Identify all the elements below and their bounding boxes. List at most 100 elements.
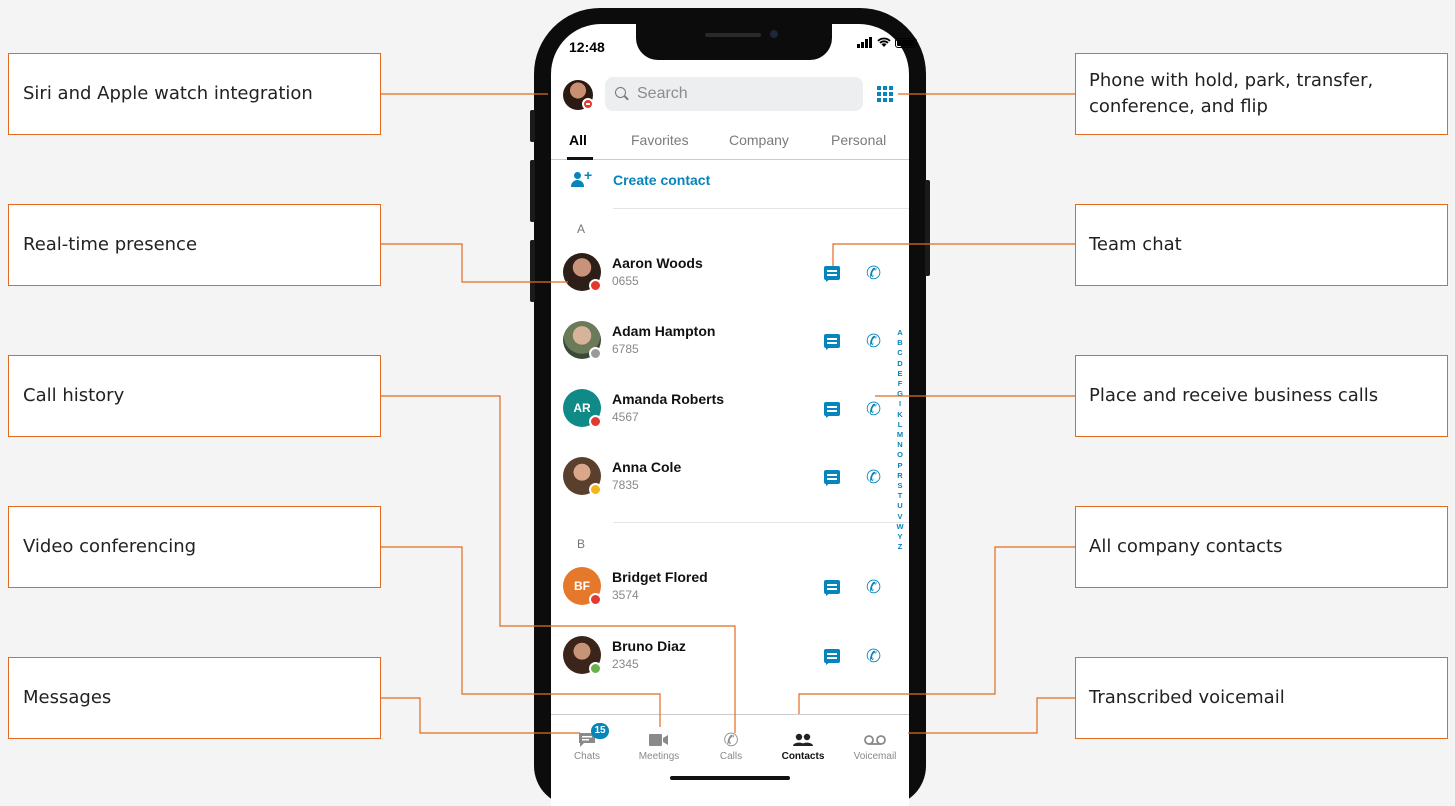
video-icon (649, 734, 668, 746)
tab-favorites[interactable]: Favorites (631, 132, 689, 148)
tab-personal[interactable]: Personal (831, 132, 886, 148)
presence-dnd-icon (589, 279, 602, 292)
presence-offline-icon (589, 347, 602, 360)
phone-icon[interactable]: ✆ (866, 577, 881, 598)
add-person-icon: + (571, 167, 593, 188)
chat-icon[interactable] (824, 266, 840, 282)
my-avatar[interactable] (563, 80, 594, 110)
alpha-letter[interactable]: U (895, 501, 905, 511)
alpha-letter[interactable]: T (895, 491, 905, 501)
phone-icon: ✆ (723, 729, 739, 750)
chat-icon[interactable] (824, 334, 840, 350)
alpha-letter[interactable]: L (895, 420, 905, 430)
contact-row[interactable]: Adam Hampton 6785 ✆ (563, 321, 893, 365)
dialpad-icon[interactable] (877, 86, 893, 102)
tab-contacts[interactable]: Contacts (773, 729, 833, 762)
tab-all[interactable]: All (569, 132, 587, 148)
tab-voicemail[interactable]: Voicemail (845, 729, 905, 762)
phone-icon[interactable]: ✆ (866, 646, 881, 667)
contact-row[interactable]: Anna Cole 7835 ✆ (563, 457, 893, 501)
contact-row[interactable]: Bruno Diaz 2345 ✆ (563, 636, 893, 680)
front-camera (770, 30, 778, 38)
status-icons (857, 37, 917, 48)
battery-icon (895, 37, 917, 48)
callout-text: Place and receive business calls (1089, 385, 1379, 406)
callout-text: Messages (23, 687, 112, 708)
tab-meetings[interactable]: Meetings (629, 729, 689, 762)
presence-away-icon (589, 483, 602, 496)
alpha-letter[interactable]: D (895, 359, 905, 369)
callout-text: Video conferencing (23, 536, 197, 557)
callout-phone-features: Phone with hold, park, transfer, confere… (1075, 53, 1448, 135)
phone-icon[interactable]: ✆ (866, 331, 881, 352)
alpha-letter[interactable]: K (895, 410, 905, 420)
callout-siri-watch: Siri and Apple watch integration (8, 53, 381, 135)
create-contact-label: Create contact (613, 172, 711, 188)
alpha-letter[interactable]: C (895, 348, 905, 358)
callout-business-calls: Place and receive business calls (1075, 355, 1448, 437)
search-input[interactable]: Search (605, 77, 863, 111)
chat-icon[interactable] (824, 580, 840, 596)
tab-label: Contacts (781, 751, 825, 762)
alpha-letter[interactable]: S (895, 481, 905, 491)
phone-icon[interactable]: ✆ (866, 263, 881, 284)
volume-down-button (530, 240, 535, 302)
alpha-letter[interactable]: G (895, 389, 905, 399)
callout-company-contacts: All company contacts (1075, 506, 1448, 588)
wifi-icon (877, 37, 891, 47)
volume-up-button (530, 160, 535, 222)
tab-company[interactable]: Company (729, 132, 789, 148)
alpha-letter[interactable]: Z (895, 542, 905, 552)
callout-text: All company contacts (1089, 536, 1283, 557)
dnd-badge (582, 98, 594, 110)
search-icon (615, 87, 629, 101)
callout-text: Real-time presence (23, 234, 198, 255)
phone-icon[interactable]: ✆ (866, 399, 881, 420)
phone-icon[interactable]: ✆ (866, 467, 881, 488)
alpha-letter[interactable]: I (895, 399, 905, 409)
callout-text: Call history (23, 385, 125, 406)
callout-team-chat: Team chat (1075, 204, 1448, 286)
alpha-letter[interactable]: W (895, 522, 905, 532)
presence-busy-icon (589, 593, 602, 606)
alpha-letter[interactable]: B (895, 338, 905, 348)
callout-voicemail: Transcribed voicemail (1075, 657, 1448, 739)
chat-icon[interactable] (824, 402, 840, 418)
chat-icon[interactable] (824, 649, 840, 665)
alpha-letter[interactable]: F (895, 379, 905, 389)
contact-row[interactable]: Aaron Woods 0655 ✆ (563, 253, 893, 297)
chat-icon[interactable] (824, 470, 840, 486)
notch (636, 22, 832, 60)
contacts-icon (793, 733, 813, 746)
divider (613, 522, 909, 523)
contact-extension: 3574 (612, 588, 639, 602)
section-header-a: A (577, 222, 586, 236)
mute-switch (530, 110, 535, 142)
contact-row[interactable]: BF Bridget Flored 3574 ✆ (563, 567, 893, 611)
callout-call-history: Call history (8, 355, 381, 437)
contact-name: Bridget Flored (612, 569, 708, 585)
alpha-letter[interactable]: E (895, 369, 905, 379)
home-indicator (670, 776, 790, 780)
create-contact-button[interactable]: + Create contact (571, 167, 711, 188)
section-header-b: B (577, 537, 586, 551)
tab-calls[interactable]: ✆ Calls (701, 729, 761, 763)
alpha-letter[interactable]: O (895, 450, 905, 460)
speaker (705, 33, 761, 37)
alpha-letter[interactable]: Y (895, 532, 905, 542)
divider (613, 208, 909, 209)
connector-voicemail (908, 697, 1075, 734)
alpha-letter[interactable]: P (895, 461, 905, 471)
alpha-letter[interactable]: N (895, 440, 905, 450)
alpha-letter[interactable]: R (895, 471, 905, 481)
alpha-letter[interactable]: M (895, 430, 905, 440)
alpha-letter[interactable]: A (895, 328, 905, 338)
tab-chats[interactable]: 15 Chats (557, 723, 617, 762)
avatar-initials: BF (574, 579, 590, 593)
alphabet-index[interactable]: A B C D E F G I K L M N O P R S T U V W … (895, 328, 905, 552)
contact-name: Amanda Roberts (612, 391, 725, 407)
contact-row[interactable]: AR Amanda Roberts 4567 ✆ (563, 389, 893, 433)
tab-label: Meetings (638, 751, 680, 762)
callout-text: Team chat (1089, 234, 1182, 255)
alpha-letter[interactable]: V (895, 512, 905, 522)
